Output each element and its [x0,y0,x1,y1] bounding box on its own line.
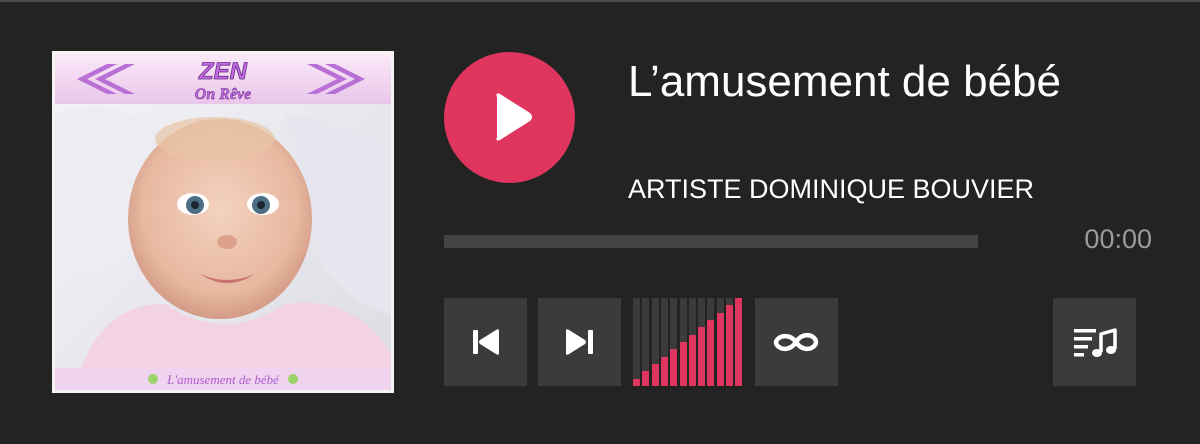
next-button[interactable] [538,298,621,386]
cover-brand-bottom: On Rêve [195,86,251,103]
volume-bar-fill [735,298,743,386]
progress-bar[interactable] [444,235,978,248]
repeat-icon [773,332,819,352]
volume-bar-fill [716,313,724,386]
volume-bar-fill [670,349,678,386]
skip-previous-icon [473,329,499,355]
album-cover-image: ZEN On Rêve L'amusement de bébé [55,54,391,390]
playlist-button[interactable] [1053,298,1136,386]
track-artist: ARTISTE DOMINIQUE BOUVIER [628,174,1035,204]
volume-bar[interactable] [633,298,640,386]
volume-bar-fill [679,342,687,386]
play-button[interactable] [444,52,575,183]
cover-footer-caption: L'amusement de bébé [166,372,280,387]
album-cover: ZEN On Rêve L'amusement de bébé [52,51,394,393]
volume-meter[interactable] [632,298,745,386]
volume-bar[interactable] [642,298,650,386]
volume-bar[interactable] [698,298,706,386]
playlist-music-icon [1074,328,1117,357]
volume-bar-fill [707,320,715,386]
play-icon [496,93,532,141]
volume-bar[interactable] [651,298,659,386]
time-display: 00:00 [1084,224,1152,254]
volume-bar[interactable] [735,298,743,386]
repeat-button[interactable] [755,298,838,386]
volume-bar-fill [633,379,640,386]
cover-brand-top: ZEN [198,58,248,85]
top-divider [0,0,1200,2]
previous-button[interactable] [444,298,527,386]
volume-bar[interactable] [679,298,687,386]
volume-bar[interactable] [670,298,678,386]
volume-bar[interactable] [660,298,668,386]
volume-bar[interactable] [716,298,724,386]
track-title: L’amusement de bébé [628,57,1061,106]
volume-bar[interactable] [707,298,715,386]
volume-bar[interactable] [726,298,733,386]
skip-next-icon [566,329,593,355]
volume-bar-fill [642,371,650,386]
volume-bar-fill [651,364,659,386]
volume-bar-fill [726,305,733,386]
volume-bar-fill [698,327,706,386]
volume-bar-fill [660,357,668,386]
volume-bar-fill [688,335,696,386]
volume-bar[interactable] [688,298,696,386]
